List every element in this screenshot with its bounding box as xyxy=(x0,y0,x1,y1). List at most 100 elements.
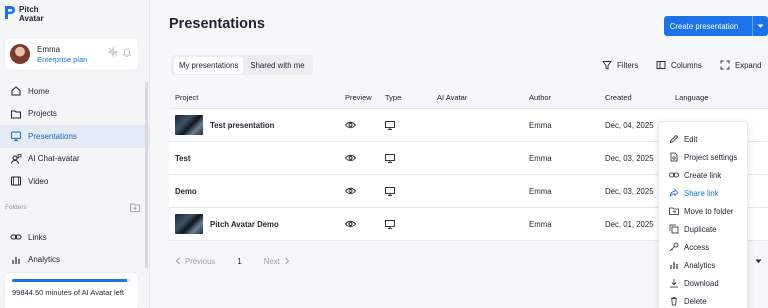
sidebar-item-links[interactable]: Links xyxy=(0,226,149,249)
previous-page-button[interactable]: Previous xyxy=(185,257,215,266)
column-header-preview[interactable]: Preview xyxy=(345,93,385,102)
settings-doc-icon xyxy=(669,152,679,162)
page-size-dropdown[interactable] xyxy=(748,251,768,271)
monitor-icon xyxy=(385,219,395,229)
pagination: Previous 1 Next xyxy=(169,251,651,271)
sidebar-item-label: Links xyxy=(28,232,47,242)
ai-minutes-card: 99844.50 minutes of AI Avatar left xyxy=(4,272,139,308)
sparkle-off-icon[interactable] xyxy=(108,47,118,57)
sidebar-item-projects[interactable]: Projects xyxy=(0,103,149,126)
menu-item-share-link[interactable]: Share link xyxy=(659,184,747,202)
column-header-project[interactable]: Project xyxy=(169,93,345,102)
logo-text-line2: Avatar xyxy=(19,14,44,23)
menu-item-project-settings[interactable]: Project settings xyxy=(659,148,747,166)
sidebar-nav: Home Projects Presentations AI Chat-avat… xyxy=(0,80,149,193)
bell-icon[interactable] xyxy=(122,47,132,57)
sidebar-item-video[interactable]: Video xyxy=(0,170,149,193)
menu-item-label: Analytics xyxy=(684,260,716,270)
monitor-icon xyxy=(385,153,395,163)
filters-label: Filters xyxy=(617,60,639,70)
folders-label: Folders xyxy=(5,204,27,211)
menu-item-label: Share link xyxy=(684,188,719,198)
presentation-actions-menu: Edit Project settings Create link Share … xyxy=(658,121,748,308)
columns-label: Columns xyxy=(671,60,702,70)
add-folder-icon[interactable] xyxy=(130,203,140,212)
folder-icon xyxy=(10,108,22,120)
sidebar-item-label: Presentations xyxy=(28,131,77,141)
analytics-icon xyxy=(669,260,679,270)
author-cell: Emma xyxy=(529,219,552,229)
download-icon xyxy=(669,278,679,288)
author-cell: Emma xyxy=(529,153,552,163)
columns-button[interactable]: Columns xyxy=(656,57,702,73)
sidebar-item-label: Home xyxy=(28,86,50,96)
sidebar-item-analytics[interactable]: Analytics xyxy=(0,249,149,272)
column-header-ai-avatar[interactable]: AI Avatar xyxy=(437,93,529,102)
column-header-language[interactable]: Language xyxy=(675,87,747,108)
monitor-icon xyxy=(10,130,22,142)
sidebar: Pitch Avatar Emma Enterprise plan Home P… xyxy=(0,0,150,308)
duplicate-icon xyxy=(669,224,679,234)
menu-item-download[interactable]: Download xyxy=(659,274,747,292)
menu-item-label: Edit xyxy=(684,134,698,144)
pitch-avatar-logo[interactable]: Pitch Avatar xyxy=(4,5,44,23)
column-header-created[interactable]: Created xyxy=(605,93,675,102)
page-title: Presentations xyxy=(169,16,265,32)
columns-icon xyxy=(656,60,666,70)
menu-item-move-to-folder[interactable]: Move to folder xyxy=(659,202,747,220)
menu-item-create-link[interactable]: Create link xyxy=(659,166,747,184)
chevron-left-icon[interactable] xyxy=(175,257,181,265)
sidebar-item-presentations[interactable]: Presentations xyxy=(0,125,149,148)
chevron-down-icon[interactable] xyxy=(752,16,768,36)
sidebar-item-label: Projects xyxy=(28,109,57,119)
sidebar-item-home[interactable]: Home xyxy=(0,80,149,103)
tab-shared-with-me[interactable]: Shared with me xyxy=(245,57,309,74)
column-header-author[interactable]: Author xyxy=(529,93,605,102)
sidebar-scrollbar[interactable] xyxy=(145,82,148,268)
column-header-type[interactable]: Type xyxy=(385,93,437,102)
eye-icon[interactable] xyxy=(345,154,356,162)
project-name[interactable]: Pitch Avatar Demo xyxy=(210,220,279,229)
create-presentation-button[interactable]: Create presentation xyxy=(664,16,768,36)
folders-section-header: Folders xyxy=(5,203,140,212)
project-name[interactable]: Demo xyxy=(175,187,197,196)
presentation-tabs: My presentations Shared with me xyxy=(171,55,313,75)
key-icon xyxy=(669,242,679,252)
menu-item-duplicate[interactable]: Duplicate xyxy=(659,220,747,238)
expand-icon xyxy=(720,60,730,70)
analytics-icon xyxy=(10,254,22,266)
presentation-thumbnail[interactable] xyxy=(175,115,203,135)
menu-item-analytics[interactable]: Analytics xyxy=(659,256,747,274)
expand-button[interactable]: Expand xyxy=(720,57,761,73)
next-page-button[interactable]: Next xyxy=(264,257,280,266)
user-name: Emma xyxy=(37,44,61,54)
menu-item-access[interactable]: Access xyxy=(659,238,747,256)
tab-my-presentations[interactable]: My presentations xyxy=(174,56,244,74)
sidebar-item-label: Analytics xyxy=(28,255,61,265)
sidebar-item-label: Video xyxy=(28,176,49,186)
menu-item-label: Project settings xyxy=(684,152,738,162)
link-icon xyxy=(669,170,679,180)
user-card[interactable]: Emma Enterprise plan xyxy=(4,37,139,71)
page-number[interactable]: 1 xyxy=(237,257,241,266)
presentation-thumbnail[interactable] xyxy=(175,214,203,234)
pencil-icon xyxy=(669,134,679,144)
menu-item-label: Duplicate xyxy=(684,224,717,234)
avatar[interactable] xyxy=(10,44,30,64)
project-name[interactable]: Test presentation xyxy=(210,121,274,130)
filters-button[interactable]: Filters xyxy=(602,57,638,73)
user-plan[interactable]: Enterprise plan xyxy=(37,55,87,65)
menu-item-delete[interactable]: Delete xyxy=(659,292,747,308)
eye-icon[interactable] xyxy=(345,187,356,195)
menu-item-label: Move to folder xyxy=(684,206,734,216)
chevron-right-icon[interactable] xyxy=(284,257,290,265)
sidebar-item-ai-chat-avatar[interactable]: AI Chat-avatar xyxy=(0,148,149,171)
eye-icon[interactable] xyxy=(345,220,356,228)
menu-item-edit[interactable]: Edit xyxy=(659,130,747,148)
monitor-icon xyxy=(385,120,395,130)
home-icon xyxy=(10,85,22,97)
eye-icon[interactable] xyxy=(345,121,356,129)
video-icon xyxy=(10,175,22,187)
project-name[interactable]: Test xyxy=(175,154,190,163)
monitor-icon xyxy=(385,186,395,196)
